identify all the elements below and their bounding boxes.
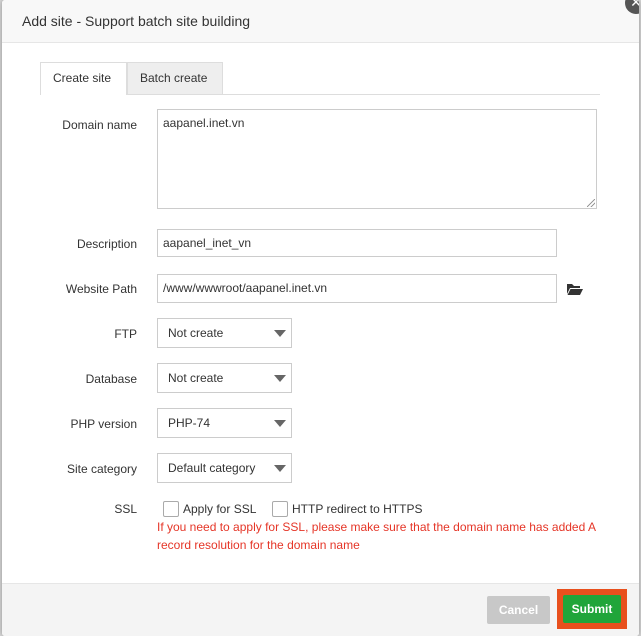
path-label: Website Path	[65, 282, 137, 296]
folder-open-icon[interactable]	[567, 283, 583, 295]
submit-highlight: Submit	[557, 589, 627, 629]
tab-bar: Create site Batch create	[40, 62, 600, 95]
tab-create-site[interactable]: Create site	[40, 62, 127, 95]
description-input[interactable]: aapanel_inet_vn	[157, 229, 557, 257]
ssl-warning-text: If you need to apply for SSL, please mak…	[157, 520, 596, 552]
ftp-select[interactable]: Not create	[157, 318, 292, 348]
site-category-select[interactable]: Default category	[157, 453, 292, 483]
ftp-value: Not create	[168, 326, 224, 340]
domain-value: aapanel.inet.vn	[163, 116, 245, 130]
database-value: Not create	[168, 371, 224, 385]
https-redirect-checkbox[interactable]	[272, 501, 288, 517]
php-value: PHP-74	[168, 416, 211, 430]
chevron-down-icon	[274, 465, 286, 472]
php-label: PHP version	[70, 417, 137, 431]
database-select[interactable]: Not create	[157, 363, 292, 393]
chevron-down-icon	[274, 330, 286, 337]
ftp-label: FTP	[114, 327, 137, 341]
chevron-down-icon	[274, 375, 286, 382]
website-path-input[interactable]: /www/wwwroot/aapanel.inet.vn	[157, 274, 557, 303]
https-redirect-label[interactable]: HTTP redirect to HTTPS	[292, 502, 422, 516]
resize-grip-icon[interactable]	[587, 199, 595, 207]
tab-batch-create[interactable]: Batch create	[127, 62, 223, 94]
dialog-titlebar: Add site - Support batch site building	[2, 0, 639, 43]
add-site-dialog: Add site - Support batch site building ✕…	[2, 0, 639, 636]
apply-ssl-label[interactable]: Apply for SSL	[183, 502, 256, 516]
cancel-button[interactable]: Cancel	[487, 596, 550, 624]
ssl-label: SSL	[114, 502, 137, 516]
php-version-select[interactable]: PHP-74	[157, 408, 292, 438]
dialog-footer: Cancel Submit	[2, 583, 639, 636]
chevron-down-icon	[274, 420, 286, 427]
domain-textarea[interactable]: aapanel.inet.vn	[157, 109, 597, 209]
apply-ssl-checkbox[interactable]	[163, 501, 179, 517]
category-value: Default category	[168, 461, 256, 475]
dialog-content: Create site Batch create Domain name aap…	[2, 43, 639, 583]
category-label: Site category	[66, 462, 137, 476]
description-label: Description	[76, 237, 137, 251]
domain-label: Domain name	[62, 118, 137, 132]
database-label: Database	[85, 372, 137, 386]
submit-button[interactable]: Submit	[563, 595, 621, 623]
dialog-title: Add site - Support batch site building	[22, 13, 251, 29]
